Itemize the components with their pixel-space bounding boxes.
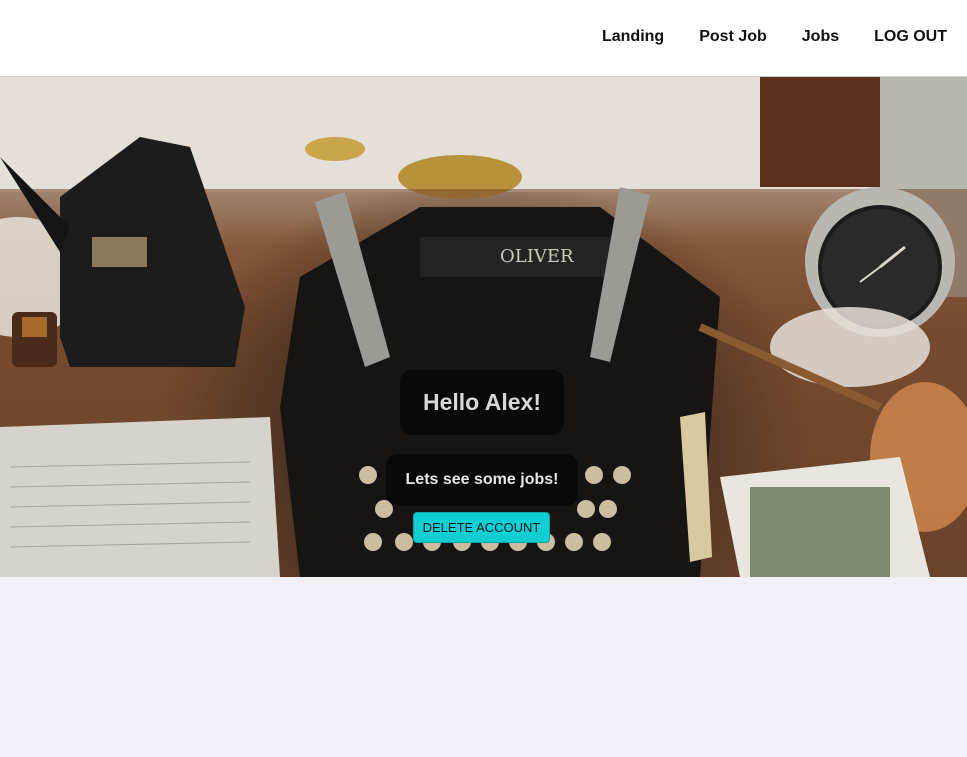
greeting-panel: Hello Alex! <box>400 370 564 435</box>
subtitle-panel: Lets see some jobs! <box>386 454 578 506</box>
subtitle-text: Lets see some jobs! <box>405 471 559 488</box>
photo-brand-text: OLIVER <box>500 246 574 267</box>
hero-section: OLIVER Hello Alex! Lets see some jobs! D… <box>0 77 967 577</box>
nav-link-jobs[interactable]: Jobs <box>802 27 839 47</box>
nav-links: Landing Post Job Jobs LOG OUT <box>567 27 947 47</box>
nav-link-landing[interactable]: Landing <box>602 27 664 47</box>
nav-link-post-job[interactable]: Post Job <box>699 27 767 47</box>
nav-link-logout[interactable]: LOG OUT <box>874 27 947 47</box>
greeting-heading: Hello Alex! <box>422 389 541 415</box>
delete-account-button[interactable]: DELETE ACCOUNT <box>413 512 550 543</box>
top-navbar: Landing Post Job Jobs LOG OUT <box>0 0 967 77</box>
